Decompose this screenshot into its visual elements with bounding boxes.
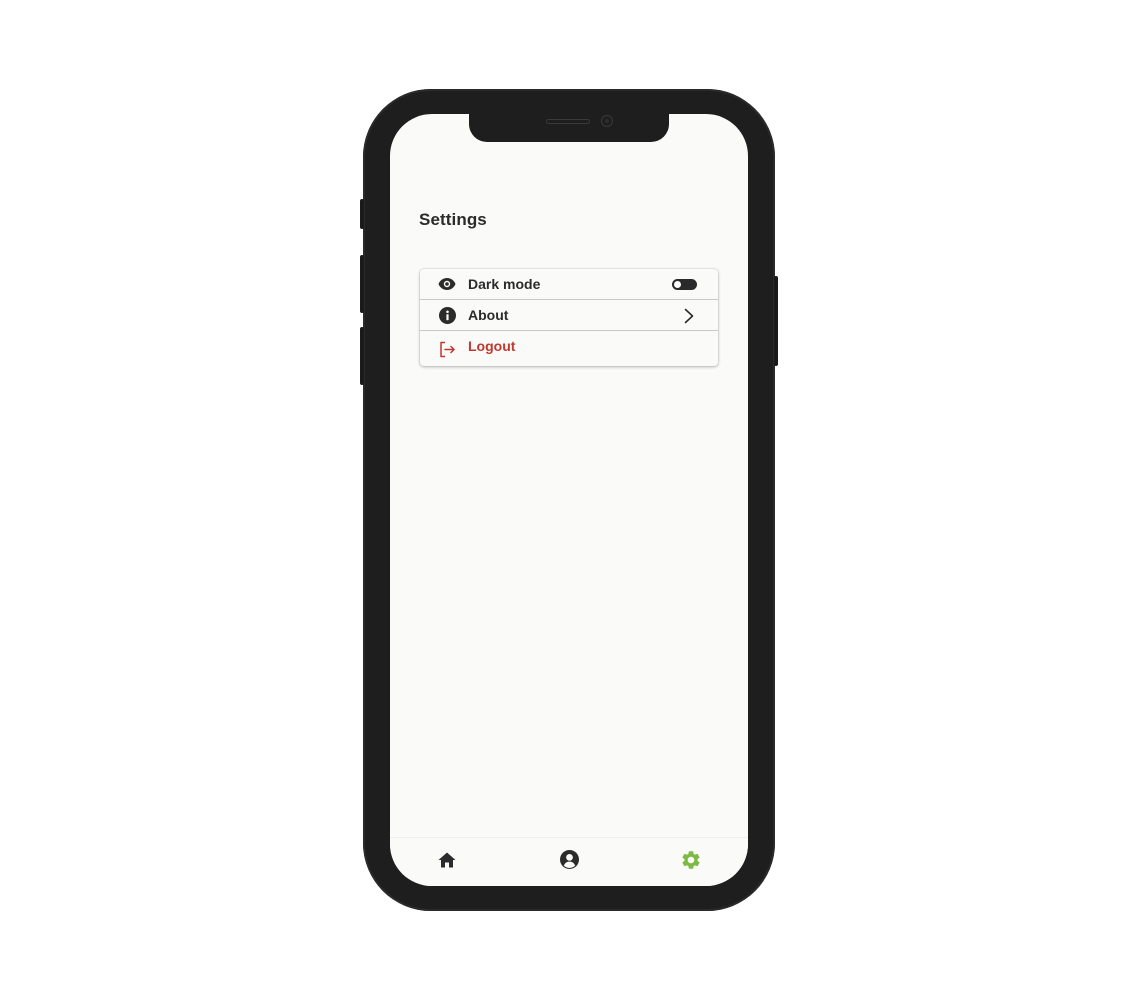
speaker-grille [546,119,590,124]
bottom-tab-bar [390,837,748,886]
phone-frame: Settings Dark mode About Logout [360,89,778,911]
info-icon [438,306,456,324]
settings-item-dark-mode[interactable]: Dark mode [420,269,718,300]
dark-mode-toggle[interactable] [672,278,697,290]
power-button [774,276,778,366]
settings-item-logout[interactable]: Logout [420,331,718,366]
notch [469,114,669,142]
chevron-right-icon [684,308,694,329]
about-label: About [468,307,509,323]
logout-label: Logout [468,338,516,354]
profile-icon [559,850,579,874]
page-title: Settings [419,210,487,229]
tab-profile[interactable] [557,850,581,874]
volume-up-button [360,255,364,313]
phone-screen: Settings Dark mode About Logout [390,114,748,886]
mute-switch [360,199,364,229]
gear-icon [680,849,702,876]
front-camera [601,115,613,127]
volume-down-button [360,327,364,385]
tab-settings[interactable] [679,850,703,874]
home-icon [438,852,456,873]
eye-icon [438,275,456,293]
settings-item-about[interactable]: About [420,300,718,331]
settings-card: Dark mode About Logout [420,269,718,366]
logout-icon [438,340,456,358]
tab-home[interactable] [435,850,459,874]
dark-mode-label: Dark mode [468,276,541,292]
toggle-knob [674,280,681,288]
